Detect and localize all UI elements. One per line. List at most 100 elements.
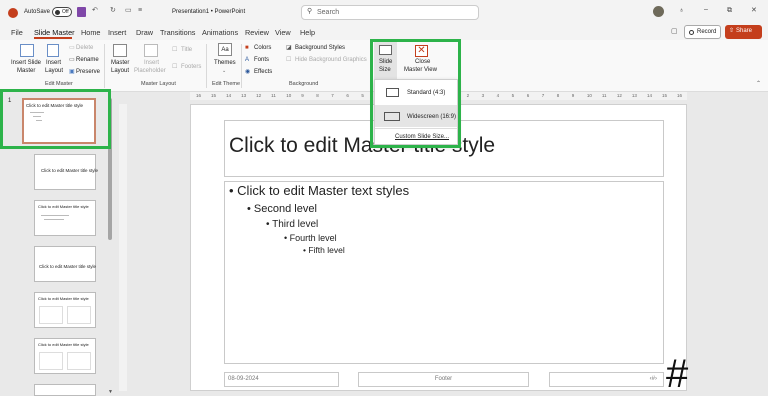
preserve-label[interactable]: Preserve (76, 69, 100, 76)
collapse-ribbon-icon[interactable]: ⌃ (756, 81, 761, 88)
customize-icon[interactable]: ≡ (138, 7, 142, 15)
ruler-tick-label: 14 (226, 93, 232, 98)
ruler-tick-label: 13 (631, 93, 637, 98)
master-layout-line2[interactable]: Layout (111, 68, 129, 75)
background-styles-label[interactable]: Background Styles (295, 45, 345, 52)
thumb-column (67, 306, 91, 324)
record-button[interactable]: Record (684, 25, 721, 39)
layout-thumbnail[interactable] (34, 384, 96, 396)
save-icon[interactable] (77, 7, 86, 17)
slide-size-highlight (370, 39, 461, 148)
slideshow-icon[interactable]: ▭ (125, 7, 132, 15)
document-title: Presentation1 • PowerPoint (172, 9, 246, 15)
level-5-text: Fifth level (308, 245, 345, 255)
close-icon[interactable]: ✕ (751, 7, 757, 15)
date-placeholder[interactable]: 08-09-2024 (224, 372, 339, 387)
layout-thumbnail[interactable]: Click to edit Master title style (34, 154, 99, 190)
scroll-down-icon[interactable]: ▼ (108, 389, 113, 395)
thumb-column (39, 352, 63, 370)
restore-icon[interactable]: ⧉ (727, 7, 732, 15)
themes-label[interactable]: Themes (214, 60, 236, 67)
lightbulb-icon[interactable]: ♁ (679, 7, 684, 15)
title-checkbox[interactable]: ☐ (172, 47, 177, 54)
ruler-tick-label: 3 (481, 93, 485, 98)
ruler-tick-label: 2 (466, 93, 470, 98)
hide-bg-checkbox[interactable]: ☐ (286, 57, 291, 64)
level-2: • Second level (247, 203, 317, 215)
autosave-toggle[interactable]: Off (52, 7, 72, 17)
search-box[interactable]: ⚲ Search (301, 5, 479, 20)
avatar[interactable] (653, 6, 664, 17)
chevron-down-icon: ⌄ (222, 68, 227, 74)
ruler-tick-label: 7 (331, 93, 334, 98)
thumbnail-highlight (0, 89, 111, 149)
layout-thumbnail[interactable]: Click to edit Master title style (34, 338, 96, 374)
effects-icon: ◉ (245, 69, 251, 75)
title-bar: AutoSave Off ↶ ↻ ▭ ≡ Presentation1 • Pow… (0, 0, 768, 25)
minimize-icon[interactable]: – (704, 6, 708, 14)
fonts-label[interactable]: Fonts (254, 57, 269, 64)
tab-transitions[interactable]: Transitions (160, 28, 195, 37)
ruler-tick-label: 6 (346, 93, 349, 98)
search-placeholder: Search (317, 9, 340, 16)
thumb-column (39, 306, 63, 324)
ruler-tick-label: 13 (241, 93, 247, 98)
layout-thumbnail[interactable]: Click to edit Master title style (34, 246, 96, 282)
content-placeholder[interactable]: • Click to edit Master text styles • Sec… (224, 181, 664, 364)
tab-draw[interactable]: Draw (136, 28, 153, 37)
background-styles-icon: ◪ (286, 45, 292, 51)
level-3-text: Third level (272, 219, 319, 230)
footer-placeholder[interactable]: Footer (358, 372, 529, 387)
footer-text: Footer (434, 376, 453, 382)
ruler-tick-label: 11 (271, 93, 276, 98)
insert-placeholder-line1[interactable]: Insert (144, 60, 159, 67)
group-divider (104, 44, 105, 88)
vertical-ruler (119, 104, 127, 391)
insert-placeholder-line2[interactable]: Placeholder (134, 68, 166, 75)
effects-label[interactable]: Effects (254, 69, 272, 76)
ruler-tick-label: 12 (616, 93, 622, 98)
ruler-tick-label: 16 (196, 93, 202, 98)
tab-view[interactable]: View (275, 28, 291, 37)
insert-layout-line1[interactable]: Insert (46, 60, 61, 67)
colors-label[interactable]: Colors (254, 45, 271, 52)
search-icon: ⚲ (307, 8, 313, 15)
insert-slide-master-icon (20, 44, 34, 57)
ruler-tick-label: 9 (301, 93, 304, 98)
insert-layout-line2[interactable]: Layout (45, 68, 63, 75)
tab-help[interactable]: Help (300, 28, 315, 37)
tab-file[interactable]: File (11, 28, 23, 37)
share-button[interactable]: ⇧ Share (725, 25, 762, 39)
comment-icon[interactable]: ▢ (671, 28, 678, 36)
layout-thumb-title: Click to edit Master title style (41, 168, 99, 173)
tab-home[interactable]: Home (81, 28, 100, 37)
rename-label[interactable]: Rename (76, 57, 99, 64)
layout-thumbnail[interactable]: Click to edit Master title style (34, 200, 96, 236)
footers-checkbox-label: Footers (181, 64, 202, 70)
tab-insert[interactable]: Insert (108, 28, 126, 37)
title-checkbox-label: Title (181, 47, 193, 53)
group-divider (206, 44, 207, 88)
layout-thumb-title: Click to edit Master title style (38, 296, 89, 301)
redo-icon[interactable]: ↻ (110, 7, 116, 15)
tab-review[interactable]: Review (245, 28, 269, 37)
footers-checkbox[interactable]: ☐ (172, 64, 177, 71)
tab-animations[interactable]: Animations (202, 28, 238, 37)
share-icon: ⇧ (729, 28, 735, 34)
insert-slide-master-line2[interactable]: Master (17, 68, 35, 75)
ruler-tick-label: 14 (646, 93, 652, 98)
tab-slide-master[interactable]: Slide Master (34, 28, 75, 37)
delete-label[interactable]: Delete (76, 45, 93, 52)
slide-number-placeholder[interactable]: ‹#› (549, 372, 664, 387)
level-1-text: Click to edit Master text styles (237, 183, 410, 198)
fonts-icon: A (245, 57, 250, 63)
level-5: • Fifth level (303, 245, 345, 255)
layout-thumbnail[interactable]: Click to edit Master title style (34, 292, 96, 328)
undo-icon[interactable]: ↶ (92, 7, 98, 15)
record-label: Record (697, 29, 717, 35)
slide-number-text: ‹#› (649, 376, 657, 382)
powerpoint-logo-icon (8, 8, 18, 18)
insert-slide-master-line1[interactable]: Insert Slide (11, 60, 41, 67)
ruler-tick-label: 8 (556, 93, 560, 98)
master-layout-line1[interactable]: Master (111, 60, 129, 67)
